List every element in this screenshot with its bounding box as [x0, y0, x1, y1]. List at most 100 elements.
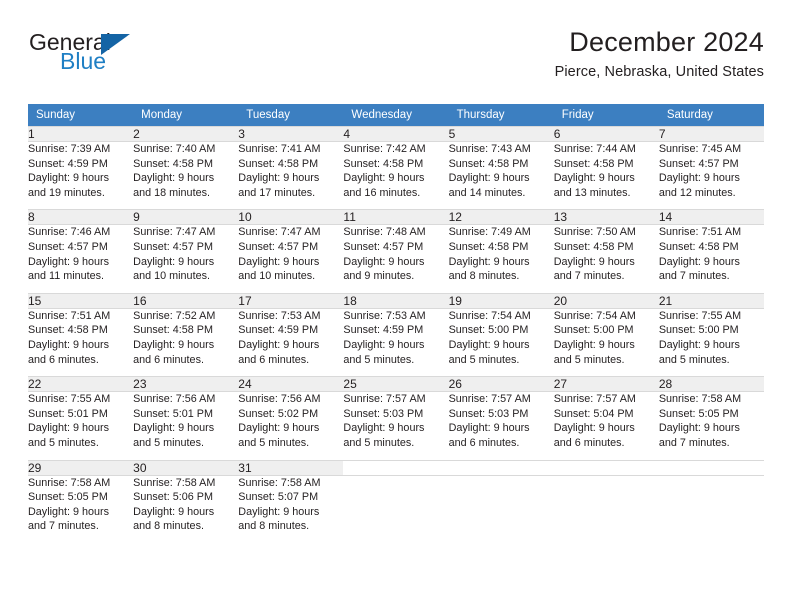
day-daylight-text: and 11 minutes. — [28, 270, 105, 283]
day-daylight-text: Daylight: 9 hours — [553, 422, 635, 435]
day-details: Sunrise: 7:54 AM Sunset: 5:00 PM Daylight:… — [553, 307, 659, 368]
week-spacer — [28, 367, 764, 377]
day-number[interactable]: 10 — [238, 209, 344, 225]
day-daylight-text: Daylight: 9 hours — [133, 338, 215, 351]
day-number[interactable]: 18 — [343, 292, 449, 309]
day-number[interactable]: 20 — [553, 292, 659, 309]
day-sunrise-text: Sunrise: 7:49 AM — [448, 226, 531, 239]
day-sunrise-text: Sunrise: 7:48 AM — [343, 226, 426, 239]
day-daylight-text: and 8 minutes. — [133, 520, 204, 533]
weekday-header-monday: Monday — [133, 104, 239, 127]
day-sunset-text: Sunset: 5:00 PM — [658, 324, 739, 337]
day-daylight-text: and 10 minutes. — [133, 270, 210, 283]
day-sunset-text: Sunset: 5:05 PM — [658, 407, 739, 420]
day-number[interactable]: 13 — [553, 209, 659, 225]
weekday-header-row: Sunday Monday Tuesday Wednesday Thursday… — [28, 104, 764, 127]
day-number[interactable]: 9 — [133, 209, 239, 225]
day-details: Sunrise: 7:56 AM Sunset: 5:01 PM Daylight:… — [133, 391, 239, 451]
day-details: Sunrise: 7:51 AM Sunset: 4:58 PM Daylight:… — [28, 307, 134, 368]
day-daylight-text: Daylight: 9 hours — [448, 338, 530, 351]
week-info-row: Sunrise: 7:39 AM Sunset: 4:59 PM Daylight:… — [28, 141, 764, 201]
week-daynumber-row: 22 23 24 25 26 27 28 — [28, 376, 764, 392]
day-sunrise-text: Sunrise: 7:43 AM — [448, 143, 531, 155]
day-daylight-text: Daylight: 9 hours — [28, 255, 110, 268]
week-info-row: Sunrise: 7:55 AM Sunset: 5:01 PM Daylight:… — [28, 391, 764, 451]
day-daylight-text: and 5 minutes. — [238, 436, 310, 449]
day-daylight-text: and 8 minutes. — [238, 520, 310, 533]
day-daylight-text: Daylight: 9 hours — [448, 422, 530, 435]
day-sunrise-text: Sunrise: 7:51 AM — [28, 309, 111, 322]
day-number[interactable]: 7 — [658, 126, 764, 142]
day-sunrise-text: Sunrise: 7:57 AM — [343, 393, 426, 406]
day-sunrise-text: Sunrise: 7:56 AM — [133, 393, 216, 406]
day-sunset-text: Sunset: 5:04 PM — [553, 407, 634, 420]
day-sunset-text: Sunset: 5:00 PM — [553, 324, 634, 337]
day-sunrise-text: Sunrise: 7:42 AM — [343, 143, 426, 155]
day-daylight-text: Daylight: 9 hours — [28, 422, 110, 435]
day-sunrise-text: Sunrise: 7:57 AM — [553, 393, 636, 406]
day-number[interactable]: 19 — [448, 292, 554, 309]
day-daylight-text: and 16 minutes. — [343, 186, 421, 199]
day-sunrise-text: Sunrise: 7:58 AM — [133, 476, 216, 489]
day-daylight-text: and 8 minutes. — [448, 270, 520, 283]
day-details: Sunrise: 7:52 AM Sunset: 4:58 PM Daylight:… — [133, 307, 239, 368]
day-details: Sunrise: 7:57 AM Sunset: 5:04 PM Daylight:… — [553, 391, 659, 451]
day-sunrise-text: Sunrise: 7:51 AM — [658, 226, 742, 239]
day-sunrise-text: Sunrise: 7:57 AM — [448, 393, 531, 406]
day-details: Sunrise: 7:49 AM Sunset: 4:58 PM Daylight:… — [448, 224, 554, 284]
day-number[interactable]: 16 — [133, 292, 239, 309]
day-sunset-text: Sunset: 5:01 PM — [28, 407, 108, 420]
page-header: General Blue December 2024 Pierce, Nebra… — [28, 0, 764, 80]
day-sunset-text: Sunset: 4:58 PM — [553, 240, 634, 253]
day-number[interactable]: 25 — [343, 376, 449, 392]
day-number[interactable]: 17 — [238, 292, 344, 309]
weekday-header-saturday: Saturday — [658, 104, 764, 127]
day-details: Sunrise: 7:46 AM Sunset: 4:57 PM Daylight:… — [28, 224, 134, 284]
day-number[interactable]: 24 — [238, 376, 344, 392]
day-daylight-text: Daylight: 9 hours — [238, 172, 320, 185]
day-sunset-text: Sunset: 4:59 PM — [238, 324, 319, 337]
brand-name-blue: Blue — [60, 48, 107, 74]
day-number[interactable]: 23 — [133, 376, 239, 392]
day-daylight-text: and 17 minutes. — [238, 186, 316, 199]
day-number[interactable]: 27 — [553, 376, 659, 392]
day-sunrise-text: Sunrise: 7:40 AM — [133, 143, 216, 155]
day-sunset-text: Sunset: 4:59 PM — [28, 157, 108, 170]
day-sunset-text: Sunset: 5:00 PM — [448, 324, 529, 337]
day-daylight-text: and 5 minutes. — [28, 436, 99, 449]
day-number[interactable]: 29 — [28, 459, 134, 475]
brand-logo[interactable]: General Blue — [28, 30, 238, 78]
day-number[interactable]: 1 — [28, 126, 134, 142]
day-number[interactable]: 3 — [238, 126, 344, 142]
day-number[interactable]: 22 — [28, 376, 134, 392]
day-number[interactable]: 6 — [553, 126, 659, 142]
day-number[interactable]: 26 — [448, 376, 554, 392]
day-number[interactable]: 2 — [133, 126, 239, 142]
day-daylight-text: and 5 minutes. — [448, 353, 520, 366]
week-daynumber-row: 1234567 — [28, 126, 764, 142]
day-number[interactable]: 5 — [448, 126, 554, 142]
day-daylight-text: and 7 minutes. — [28, 520, 99, 533]
day-details: Sunrise: 7:55 AM Sunset: 5:00 PM Daylight:… — [658, 307, 764, 368]
day-daylight-text: Daylight: 9 hours — [133, 422, 215, 435]
day-number[interactable]: 12 — [448, 209, 554, 225]
day-number[interactable]: 28 — [658, 376, 764, 392]
day-sunrise-text: Sunrise: 7:44 AM — [553, 143, 636, 155]
day-sunset-text: Sunset: 5:03 PM — [343, 407, 424, 420]
day-number[interactable]: 14 — [658, 209, 764, 225]
day-number[interactable]: 15 — [28, 292, 134, 309]
day-number[interactable]: 11 — [343, 209, 449, 225]
day-daylight-text: Daylight: 9 hours — [238, 255, 320, 268]
day-number[interactable]: 4 — [343, 126, 449, 142]
day-details: Sunrise: 7:45 AM Sunset: 4:57 PM Daylight:… — [658, 141, 764, 201]
page-title: December 2024 — [569, 27, 764, 57]
weekday-header-thursday: Thursday — [448, 104, 554, 127]
week-spacer-cell — [28, 367, 764, 377]
day-number[interactable]: 31 — [238, 459, 344, 475]
day-sunrise-text: Sunrise: 7:56 AM — [238, 393, 321, 406]
day-details: Sunrise: 7:57 AM Sunset: 5:03 PM Daylight:… — [343, 391, 449, 451]
day-number[interactable]: 8 — [28, 209, 134, 225]
day-daylight-text: and 13 minutes. — [553, 186, 631, 199]
day-number[interactable]: 21 — [658, 292, 764, 309]
day-number[interactable]: 30 — [133, 459, 239, 475]
